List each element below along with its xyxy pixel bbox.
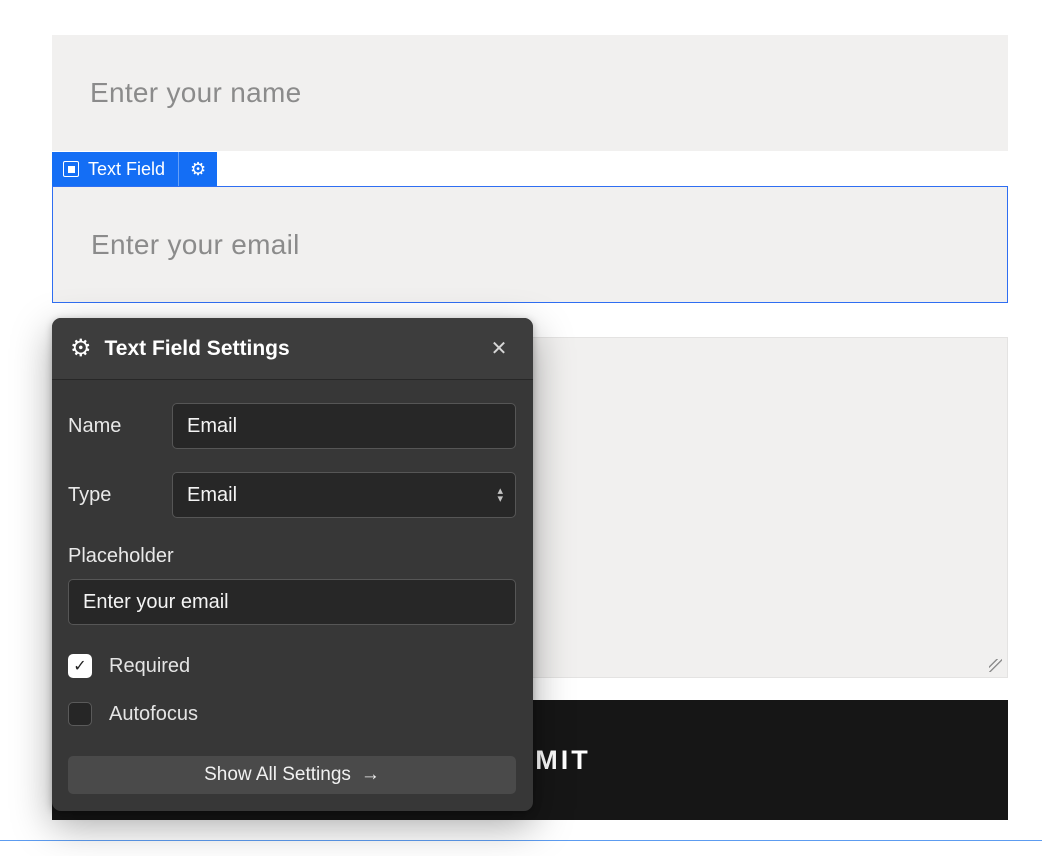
- name-field[interactable]: [52, 35, 1008, 151]
- panel-header: ⚙ Text Field Settings ✕: [52, 318, 533, 380]
- gear-icon: ⚙: [190, 159, 206, 180]
- name-input[interactable]: [52, 35, 1008, 151]
- placeholder-setting-input[interactable]: [68, 579, 516, 625]
- show-all-settings-button[interactable]: Show All Settings →: [68, 756, 516, 794]
- element-badge[interactable]: Text Field ⚙: [52, 152, 217, 186]
- text-field-icon: [63, 161, 79, 177]
- autofocus-label: Autofocus: [109, 703, 198, 726]
- required-checkbox[interactable]: ✓: [68, 654, 92, 678]
- required-label: Required: [109, 655, 190, 678]
- show-all-label: Show All Settings: [204, 764, 351, 786]
- close-icon: ✕: [491, 336, 508, 361]
- email-field[interactable]: [52, 186, 1008, 303]
- email-input[interactable]: [53, 187, 1007, 302]
- section-boundary-line: [0, 840, 1042, 841]
- panel-title: Text Field Settings: [105, 337, 485, 361]
- text-field-settings-panel: ⚙ Text Field Settings ✕ Name Type Email …: [52, 318, 533, 811]
- designer-canvas: Text Field ⚙ SUBMIT ⚙ Text Field Setting…: [0, 0, 1042, 856]
- resize-handle-icon[interactable]: [989, 659, 1002, 672]
- select-carets-icon: ▴ ▾: [497, 487, 503, 503]
- panel-body: Name Type Email ▴ ▾ Placeholder ✓: [52, 403, 533, 794]
- type-setting-row: Type Email ▴ ▾: [68, 472, 516, 518]
- settings-gear-button[interactable]: ⚙: [179, 152, 217, 186]
- badge-label-area[interactable]: Text Field: [52, 152, 178, 186]
- caret-down-icon: ▾: [497, 495, 503, 503]
- type-setting-label: Type: [68, 484, 172, 507]
- required-row[interactable]: ✓ Required: [68, 654, 516, 678]
- name-setting-row: Name: [68, 403, 516, 449]
- close-button[interactable]: ✕: [485, 335, 513, 363]
- autofocus-checkbox[interactable]: [68, 702, 92, 726]
- autofocus-row[interactable]: Autofocus: [68, 702, 516, 726]
- checkbox-check-icon: ✓: [73, 656, 86, 676]
- type-select-value: Email: [187, 484, 497, 507]
- settings-gear-icon: ⚙: [70, 337, 92, 361]
- arrow-right-icon: →: [361, 764, 380, 786]
- name-setting-input[interactable]: [172, 403, 516, 449]
- placeholder-setting-label: Placeholder: [68, 545, 516, 568]
- type-select[interactable]: Email ▴ ▾: [172, 472, 516, 518]
- name-setting-label: Name: [68, 415, 172, 438]
- badge-label: Text Field: [88, 159, 165, 180]
